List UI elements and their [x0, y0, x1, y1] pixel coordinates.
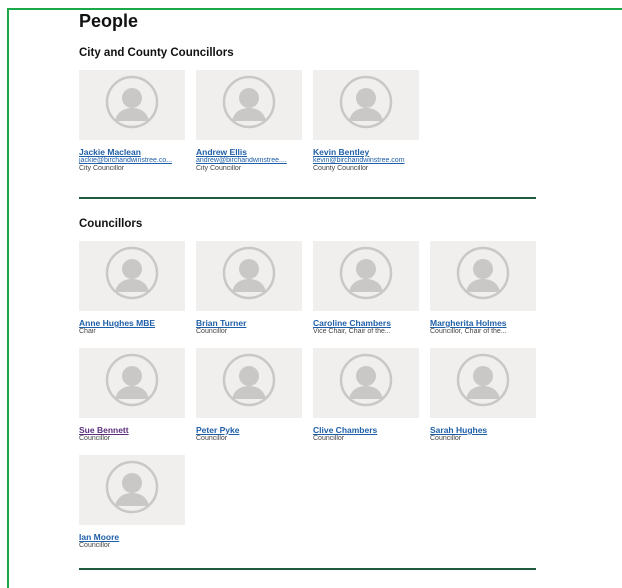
avatar-placeholder-icon: [222, 75, 276, 129]
person-photo[interactable]: [79, 455, 185, 525]
person-photo[interactable]: [313, 241, 419, 311]
person-name-link[interactable]: Jackie Maclean: [79, 147, 185, 157]
avatar-placeholder-icon: [456, 353, 510, 407]
person-card: Sarah Hughes Councillor: [430, 348, 536, 443]
person-role: Councillor: [196, 328, 228, 335]
avatar-placeholder-icon: [105, 75, 159, 129]
avatar-placeholder-icon: [105, 460, 159, 514]
person-name-link[interactable]: Peter Pyke: [196, 425, 302, 435]
person-role: City Councillor: [196, 165, 242, 172]
person-card: Clive Chambers Councillor: [313, 348, 419, 443]
avatar-placeholder-icon: [222, 353, 276, 407]
avatar-placeholder-icon: [456, 246, 510, 300]
avatar-placeholder-icon: [339, 353, 393, 407]
person-name-link[interactable]: Anne Hughes MBE: [79, 318, 185, 328]
person-card: Peter Pyke Councillor: [196, 348, 302, 443]
person-role: County Councillor: [313, 165, 369, 172]
person-name-link[interactable]: Sue Bennett: [79, 425, 185, 435]
person-name-link[interactable]: Andrew Ellis: [196, 147, 302, 157]
person-name-link[interactable]: Sarah Hughes: [430, 425, 536, 435]
person-photo[interactable]: [79, 70, 185, 140]
person-name-link[interactable]: Kevin Bentley: [313, 147, 419, 157]
person-role: City Councillor: [79, 165, 125, 172]
avatar-placeholder-icon: [222, 246, 276, 300]
person-card: Jackie Maclean jackie@birchandwinstree.c…: [79, 70, 185, 173]
main-content: People City and County Councillors Jacki…: [79, 10, 539, 570]
avatar-placeholder-icon: [105, 246, 159, 300]
person-photo[interactable]: [196, 348, 302, 418]
avatar-placeholder-icon: [339, 246, 393, 300]
section-title-councillors: Councillors: [79, 218, 143, 230]
person-name-link[interactable]: Margherita Holmes: [430, 318, 536, 328]
person-role: Councillor: [430, 435, 462, 442]
person-photo[interactable]: [313, 70, 419, 140]
person-email-link[interactable]: kevin@birchandwinstree.com: [313, 157, 419, 165]
person-photo[interactable]: [196, 241, 302, 311]
person-photo[interactable]: [79, 348, 185, 418]
person-role: Councillor: [79, 435, 111, 442]
person-card: Margherita Holmes Councillor, Chair of t…: [430, 241, 536, 336]
person-role: Councillor, Chair of the...: [430, 328, 507, 335]
person-card: Sue Bennett Councillor: [79, 348, 185, 443]
person-card: Kevin Bentley kevin@birchandwinstree.com…: [313, 70, 419, 173]
person-card: Caroline Chambers Vice Chair, Chair of t…: [313, 241, 419, 336]
person-card: Andrew Ellis andrew@birchandwinstree....…: [196, 70, 302, 173]
section-divider: [79, 197, 536, 199]
person-role: Councillor: [79, 542, 111, 549]
avatar-placeholder-icon: [105, 353, 159, 407]
section-title-city-county: City and County Councillors: [79, 47, 234, 59]
person-card: Brian Turner Councillor: [196, 241, 302, 336]
person-photo[interactable]: [196, 70, 302, 140]
person-role: Councillor: [313, 435, 345, 442]
avatar-placeholder-icon: [339, 75, 393, 129]
person-card: Ian Moore Councillor: [79, 455, 185, 550]
page-title: People: [79, 11, 139, 31]
person-name-link[interactable]: Ian Moore: [79, 532, 185, 542]
person-role: Chair: [79, 328, 96, 335]
person-email-link[interactable]: andrew@birchandwinstree....: [196, 157, 302, 165]
person-name-link[interactable]: Brian Turner: [196, 318, 302, 328]
person-photo[interactable]: [313, 348, 419, 418]
person-photo[interactable]: [430, 241, 536, 311]
person-photo[interactable]: [79, 241, 185, 311]
person-name-link[interactable]: Caroline Chambers: [313, 318, 419, 328]
person-photo[interactable]: [430, 348, 536, 418]
person-role: Councillor: [196, 435, 228, 442]
person-name-link[interactable]: Clive Chambers: [313, 425, 419, 435]
person-card: Anne Hughes MBE Chair: [79, 241, 185, 336]
person-email-link[interactable]: jackie@birchandwinstree.co...: [79, 157, 185, 165]
section-divider: [79, 568, 536, 570]
person-role: Vice Chair, Chair of the...: [313, 328, 391, 335]
